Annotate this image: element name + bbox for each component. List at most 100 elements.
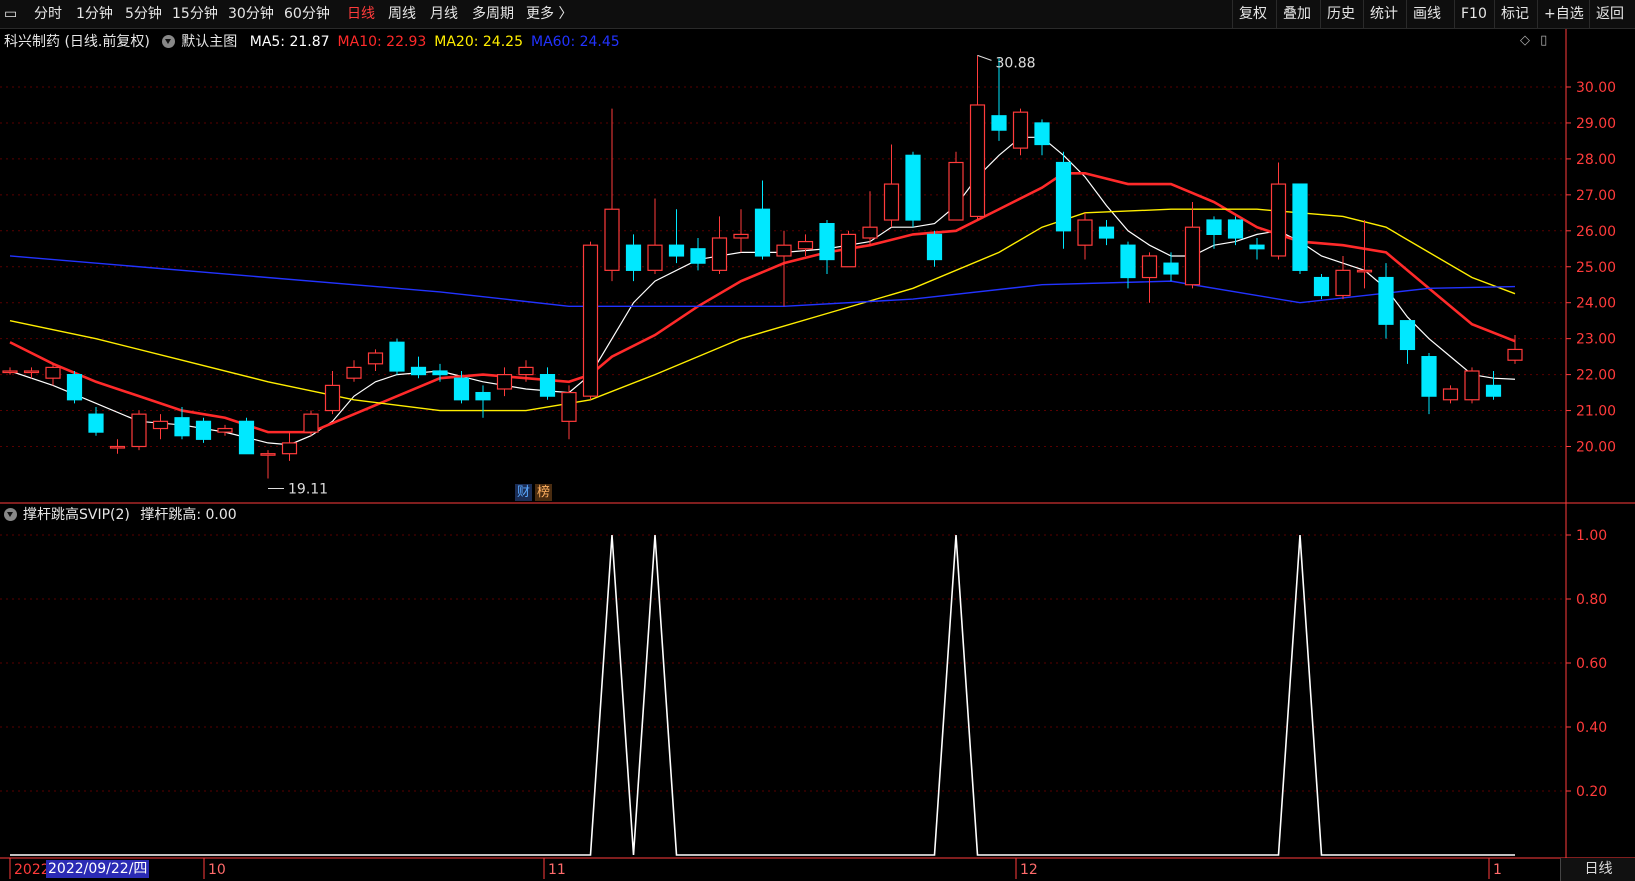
panel-corner-buttons: ◇ ▯ xyxy=(1520,33,1547,48)
indicator-line xyxy=(10,534,1515,856)
candle-body-21 xyxy=(453,377,470,401)
candle-body-45 xyxy=(969,104,986,218)
sub-tick-label-2: 0.60 xyxy=(1576,656,1607,672)
toolbar-action-8[interactable]: 返回 xyxy=(1589,0,1630,28)
candle-body-20 xyxy=(432,370,448,376)
candle-body-22 xyxy=(475,391,491,401)
toolbar-action-2[interactable]: 历史 xyxy=(1320,0,1361,28)
candle-body-31 xyxy=(668,244,685,257)
window-icon[interactable]: ▭ xyxy=(0,0,20,28)
diamond-icon[interactable]: ◇ xyxy=(1520,33,1530,48)
x-tick-label-3: 12 xyxy=(1020,862,1038,878)
rank-badge[interactable]: 榜 xyxy=(535,484,553,501)
candle-body-32 xyxy=(690,248,706,264)
period-tab-3[interactable]: 15分钟 xyxy=(168,0,222,28)
chart-canvas[interactable]: 20.00 21.00 22.00 23.00 24.00 25.00 26.00 27.00… xyxy=(0,29,1635,881)
candle-body-67 xyxy=(1442,388,1459,401)
ma-line-ma60 xyxy=(9,255,1516,307)
stock-title: 科兴制药 (日线.前复权) xyxy=(4,34,150,50)
candle-body-41 xyxy=(883,183,900,221)
period-tab-10[interactable]: 更多 〉 xyxy=(522,0,576,28)
toolbar-action-5[interactable]: F10 xyxy=(1454,0,1493,28)
candle-body-29 xyxy=(625,244,642,271)
candle-body-66 xyxy=(1421,356,1437,397)
period-tab-2[interactable]: 5分钟 xyxy=(121,0,166,28)
candle-body-0 xyxy=(2,370,18,374)
main-tick-label-3: 23.00 xyxy=(1576,332,1616,348)
candle-body-38 xyxy=(819,223,835,261)
candle-body-33 xyxy=(711,237,728,271)
candle-body-4 xyxy=(88,413,104,433)
candle-body-68 xyxy=(1464,370,1480,401)
period-tab-0[interactable]: 分时 xyxy=(30,0,66,28)
ma-legend-item-2: MA20: 24.25 xyxy=(434,34,523,50)
candle-body-14 xyxy=(303,413,319,433)
candle-body-11 xyxy=(238,420,255,455)
sub-tick-label-4: 1.00 xyxy=(1576,528,1607,544)
candle-body-15 xyxy=(324,384,341,412)
candle-body-42 xyxy=(905,154,921,221)
low-marker-label: 19.11 xyxy=(288,481,328,497)
sub-tick-label-1: 0.40 xyxy=(1576,720,1607,736)
candle-body-6 xyxy=(131,413,147,448)
toolbar-action-1[interactable]: 叠加 xyxy=(1276,0,1317,28)
sub-tick-label-3: 0.80 xyxy=(1576,592,1607,608)
toolbar-action-4[interactable]: 画线 xyxy=(1406,0,1447,28)
candle-body-17 xyxy=(367,352,384,365)
candle-body-40 xyxy=(862,226,878,239)
candle-body-65 xyxy=(1399,320,1416,351)
candle-body-69 xyxy=(1485,384,1502,397)
x-tick-label-1: 10 xyxy=(208,862,226,878)
candle-body-13 xyxy=(281,442,298,455)
indicator-title[interactable]: 撑杆跳高SVIP(2) xyxy=(23,507,130,523)
finance-badge[interactable]: 财 xyxy=(515,484,533,501)
candle-body-34 xyxy=(733,233,749,239)
toolbar-action-7[interactable]: +自选 xyxy=(1537,0,1590,28)
candle-body-56 xyxy=(1206,219,1222,235)
candle-body-54 xyxy=(1163,262,1179,275)
toolbar-action-3[interactable]: 统计 xyxy=(1363,0,1404,28)
candle-body-25 xyxy=(539,374,556,397)
x-tick-label-4: 1 xyxy=(1493,862,1502,878)
candle-body-12 xyxy=(260,453,276,456)
main-info-bar: 科兴制药 (日线.前复权) 默认主图 MA5: 21.87 MA10: 22.93… xyxy=(4,31,628,51)
candle-body-5 xyxy=(109,445,126,449)
indicator-dropdown-icon[interactable] xyxy=(4,508,17,521)
period-tab-9[interactable]: 多周期 xyxy=(468,0,518,28)
candle-body-35 xyxy=(754,208,771,257)
candle-body-53 xyxy=(1141,255,1158,279)
period-tab-1[interactable]: 1分钟 xyxy=(72,0,117,28)
candle-body-64 xyxy=(1378,276,1394,325)
candle-body-28 xyxy=(604,208,620,271)
candle-body-19 xyxy=(410,366,427,376)
candle-body-61 xyxy=(1313,276,1330,297)
candle-body-16 xyxy=(346,366,362,379)
main-tick-label-10: 30.00 xyxy=(1576,80,1616,96)
period-tab-6[interactable]: 日线 xyxy=(343,0,379,28)
x-tick-label-2: 11 xyxy=(548,862,566,878)
period-tab-4[interactable]: 30分钟 xyxy=(224,0,278,28)
main-tick-label-2: 22.00 xyxy=(1576,368,1616,384)
ma-legend-item-1: MA10: 22.93 xyxy=(337,34,427,50)
ma-legend: MA5: 21.87 MA10: 22.93 MA20: 24.25 MA60: 24… xyxy=(250,34,628,50)
main-tick-label-5: 25.00 xyxy=(1576,260,1616,276)
template-dropdown-icon[interactable] xyxy=(162,35,176,48)
candle-body-46 xyxy=(991,115,1007,131)
period-tab-5[interactable]: 60分钟 xyxy=(280,0,334,28)
candle-body-23 xyxy=(496,374,513,390)
main-tick-label-7: 27.00 xyxy=(1576,188,1616,204)
main-tick-label-8: 28.00 xyxy=(1576,152,1616,168)
period-tab-8[interactable]: 月线 xyxy=(426,0,462,28)
period-tag[interactable]: 日线 xyxy=(1560,858,1635,881)
candle-body-7 xyxy=(152,420,169,430)
panel-toggle-icon[interactable]: ▯ xyxy=(1540,33,1547,48)
candle-body-26 xyxy=(561,391,577,422)
main-tick-label-9: 29.00 xyxy=(1576,116,1616,132)
high-marker-label: 30.88 xyxy=(996,55,1036,71)
toolbar-action-0[interactable]: 复权 xyxy=(1232,0,1273,28)
period-tab-7[interactable]: 周线 xyxy=(384,0,420,28)
template-label[interactable]: 默认主图 xyxy=(181,34,237,50)
main-tick-label-1: 21.00 xyxy=(1576,404,1616,420)
candle-body-48 xyxy=(1034,122,1050,146)
toolbar-action-6[interactable]: 标记 xyxy=(1494,0,1535,28)
